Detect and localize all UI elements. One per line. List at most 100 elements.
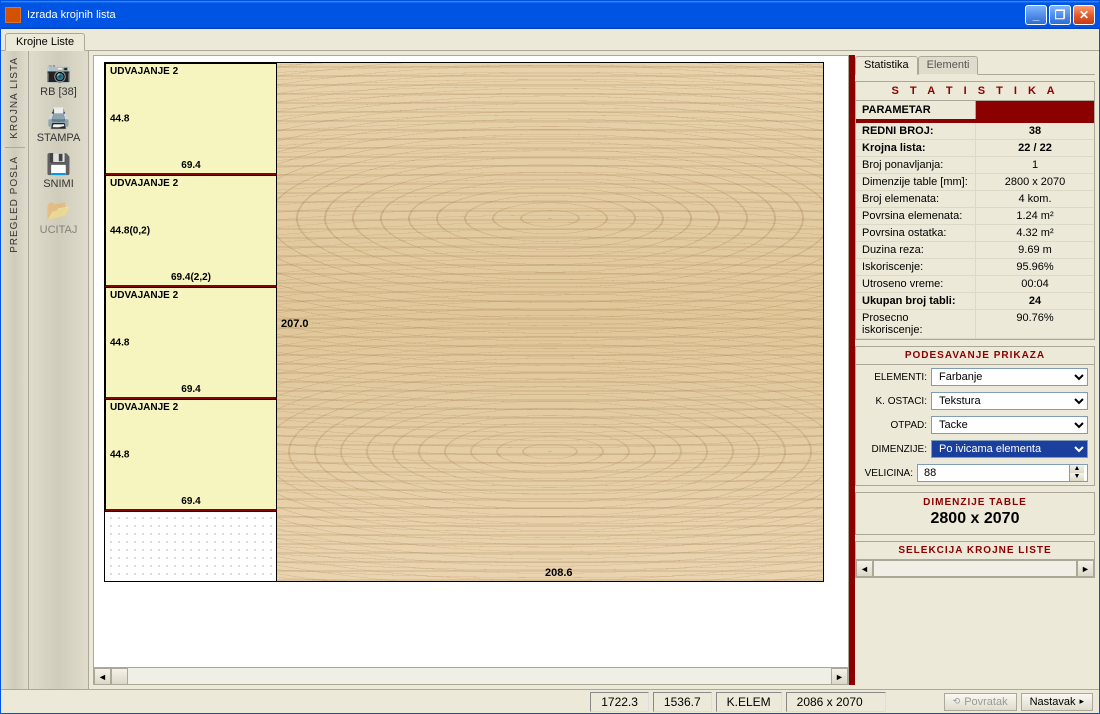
select-kostaci[interactable]: Tekstura	[931, 392, 1088, 410]
vtab-pregled-posla[interactable]: PREGLED POSLA	[9, 150, 20, 259]
scroll-left-button[interactable]: ◄	[94, 668, 111, 685]
stats-title: S T A T I S T I K A	[856, 82, 1094, 101]
status-size: 2086 x 2070	[786, 692, 886, 712]
main-tabs: Krojne Liste	[1, 29, 1099, 51]
settings-title: PODESAVANJE PRIKAZA	[856, 347, 1094, 365]
sel-scroll-left[interactable]: ◄	[856, 560, 873, 577]
piece-bottom-dim: 69.4	[181, 496, 200, 507]
stat-row: Iskoriscenje:95.96%	[856, 259, 1094, 276]
button-povratak[interactable]: ⟲Povratak	[944, 693, 1017, 711]
sel-scroll-track[interactable]	[873, 560, 1077, 577]
row-kostaci: K. OSTACI: Tekstura	[856, 389, 1094, 413]
stats-header: PARAMETAR	[856, 101, 1094, 121]
stat-row: Broj elemenata:4 kom.	[856, 191, 1094, 208]
toolbtn-ucitaj: 📂UCITAJ	[34, 195, 84, 239]
piece-title: UDVAJANJE 2	[110, 178, 178, 189]
stat-key: Povrsina elemenata:	[856, 208, 976, 224]
vtab-krojna-lista[interactable]: KROJNA LISTA	[9, 51, 20, 145]
piece-bottom-dim: 69.4(2,2)	[171, 272, 211, 283]
window-buttons: _ ❐ ✕	[1025, 5, 1095, 25]
status-mode: K.ELEM	[716, 692, 782, 712]
stat-row: Povrsina elemenata:1.24 m²	[856, 208, 1094, 225]
scroll-right-button[interactable]: ►	[831, 668, 848, 685]
stat-key: Broj elemenata:	[856, 191, 976, 207]
label-otpad: OTPAD:	[862, 420, 927, 431]
row-velicina: VELICINA: ▲ ▼	[856, 461, 1094, 485]
stat-value: 9.69 m	[976, 242, 1094, 258]
canvas-wrap[interactable]: UDVAJANJE 244.869.4UDVAJANJE 244.8(0,2)6…	[94, 56, 848, 667]
scroll-thumb[interactable]	[111, 668, 128, 685]
window-title: Izrada krojnih lista	[27, 9, 116, 21]
dimension-bottom: 208.6	[545, 567, 573, 579]
stat-row: Krojna lista:22 / 22	[856, 140, 1094, 157]
main-row: KROJNA LISTA PREGLED POSLA 📷RB [38]🖨️STA…	[1, 51, 1099, 689]
stat-row: Dimenzije table [mm]:2800 x 2070	[856, 174, 1094, 191]
toolbar: 📷RB [38]🖨️STAMPA💾SNIMI📂UCITAJ	[29, 51, 89, 689]
arrow-right-icon: ▸	[1079, 696, 1084, 707]
stat-key: Broj ponavljanja:	[856, 157, 976, 173]
select-dimenzije[interactable]: Po ivicama elementa	[931, 440, 1088, 458]
piece-left-dim: 44.8	[110, 337, 129, 348]
cut-piece[interactable]: UDVAJANJE 244.8(0,2)69.4(2,2)	[105, 175, 277, 287]
ucitaj-icon: 📂	[43, 198, 75, 222]
stat-value: 00:04	[976, 276, 1094, 292]
label-kostaci: K. OSTACI:	[862, 396, 927, 407]
select-elementi[interactable]: Farbanje	[931, 368, 1088, 386]
toolbtn-snimi[interactable]: 💾SNIMI	[34, 149, 84, 193]
stat-row: Utroseno vreme:00:04	[856, 276, 1094, 293]
piece-title: UDVAJANJE 2	[110, 402, 178, 413]
label-elementi: ELEMENTI:	[862, 372, 927, 383]
toolbtn-stampa[interactable]: 🖨️STAMPA	[34, 103, 84, 147]
spin-down-button[interactable]: ▼	[1070, 473, 1084, 481]
scroll-track[interactable]	[128, 668, 831, 684]
stat-key: Dimenzije table [mm]:	[856, 174, 976, 190]
toolbtn-rb[interactable]: 📷RB [38]	[34, 57, 84, 101]
settings-box: PODESAVANJE PRIKAZA ELEMENTI: Farbanje K…	[855, 346, 1095, 486]
titlebar: Izrada krojnih lista _ ❐ ✕	[1, 1, 1099, 29]
stat-value: 4 kom.	[976, 191, 1094, 207]
toolbtn-label: RB [38]	[40, 86, 77, 98]
stat-value: 95.96%	[976, 259, 1094, 275]
piece-title: UDVAJANJE 2	[110, 66, 178, 77]
stat-value: 22 / 22	[976, 140, 1094, 156]
cut-piece[interactable]: UDVAJANJE 244.869.4	[105, 399, 277, 511]
stats-col-parametar: PARAMETAR	[856, 101, 976, 119]
right-panel: Statistika Elementi S T A T I S T I K A …	[855, 55, 1095, 685]
tab-elementi[interactable]: Elementi	[918, 56, 979, 75]
button-nastavak[interactable]: Nastavak▸	[1021, 693, 1093, 711]
app-window: Izrada krojnih lista _ ❐ ✕ Krojne Liste …	[0, 0, 1100, 714]
stats-col-value	[976, 101, 1094, 119]
tab-krojne-liste[interactable]: Krojne Liste	[5, 33, 85, 51]
stat-key: Ukupan broj tabli:	[856, 293, 976, 309]
stat-row: Prosecno iskoriscenje:90.76%	[856, 310, 1094, 339]
sel-scroll-right[interactable]: ►	[1077, 560, 1094, 577]
spin-up-button[interactable]: ▲	[1070, 465, 1084, 473]
cut-piece[interactable]: UDVAJANJE 244.869.4	[105, 63, 277, 175]
row-dimenzije: DIMENZIJE: Po ivicama elementa	[856, 437, 1094, 461]
cut-piece[interactable]: UDVAJANJE 244.869.4	[105, 287, 277, 399]
dimensions-value: 2800 x 2070	[860, 508, 1090, 530]
row-elementi: ELEMENTI: Farbanje	[856, 365, 1094, 389]
spinner-buttons: ▲ ▼	[1069, 465, 1084, 481]
label-velicina: VELICINA:	[862, 468, 913, 479]
tab-statistika[interactable]: Statistika	[855, 56, 918, 75]
close-button[interactable]: ✕	[1073, 5, 1095, 25]
dimensions-title: DIMENZIJE TABLE	[860, 497, 1090, 508]
selection-title: SELEKCIJA KROJNE LISTE	[856, 542, 1094, 560]
stat-value: 90.76%	[976, 310, 1094, 338]
stat-value: 4.32 m²	[976, 225, 1094, 241]
maximize-button[interactable]: ❐	[1049, 5, 1071, 25]
spinner-velicina[interactable]: ▲ ▼	[917, 464, 1088, 482]
stat-row: Duzina reza:9.69 m	[856, 242, 1094, 259]
select-otpad[interactable]: Tacke	[931, 416, 1088, 434]
sidebar-vertical: KROJNA LISTA PREGLED POSLA	[1, 51, 29, 689]
piece-title: UDVAJANJE 2	[110, 290, 178, 301]
row-otpad: OTPAD: Tacke	[856, 413, 1094, 437]
minimize-button[interactable]: _	[1025, 5, 1047, 25]
wood-texture-area	[277, 63, 823, 581]
horizontal-scrollbar[interactable]: ◄ ►	[94, 667, 848, 684]
status-y: 1536.7	[653, 692, 712, 712]
selection-scrollbar[interactable]: ◄ ►	[856, 560, 1094, 577]
selection-box: SELEKCIJA KROJNE LISTE ◄ ►	[855, 541, 1095, 578]
input-velicina[interactable]	[921, 465, 1069, 481]
